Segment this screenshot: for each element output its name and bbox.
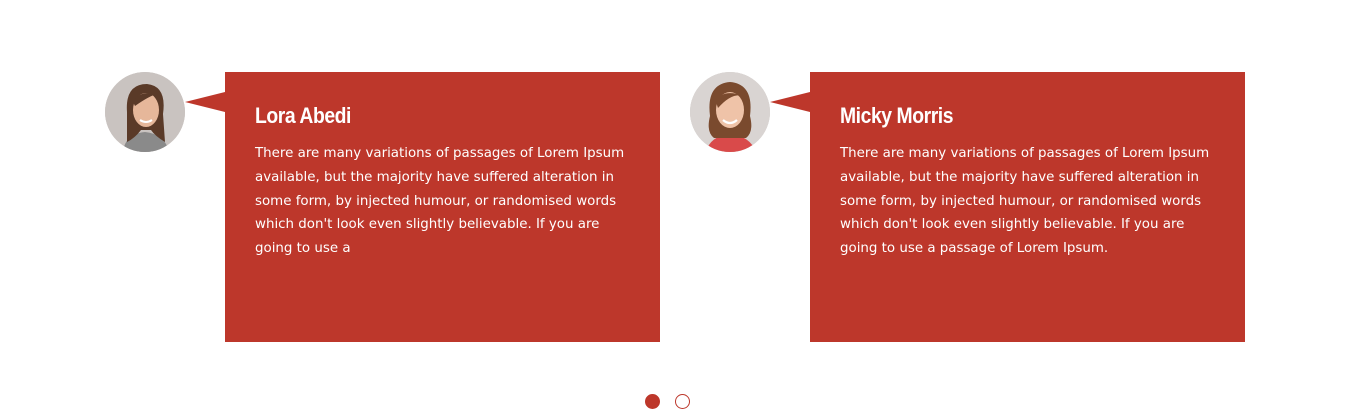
- avatar-photo: [690, 72, 770, 152]
- testimonial-body: Lora Abedi There are many variations of …: [225, 72, 660, 342]
- pagination-dot-2[interactable]: [675, 394, 690, 409]
- testimonial-text: There are many variations of passages of…: [840, 146, 1210, 257]
- speech-pointer: [185, 92, 225, 112]
- testimonial-name: Lora Abedi: [255, 103, 352, 128]
- testimonial-body: Micky Morris There are many variations o…: [810, 72, 1245, 342]
- speech-pointer: [770, 92, 810, 112]
- avatar: [690, 72, 770, 152]
- avatar: [105, 72, 185, 152]
- pagination-dot-1[interactable]: [645, 394, 660, 409]
- testimonial-name: Micky Morris: [840, 103, 954, 128]
- carousel-pagination: [645, 394, 690, 409]
- avatar-photo: [105, 72, 185, 152]
- testimonial-text: There are many variations of passages of…: [255, 146, 625, 257]
